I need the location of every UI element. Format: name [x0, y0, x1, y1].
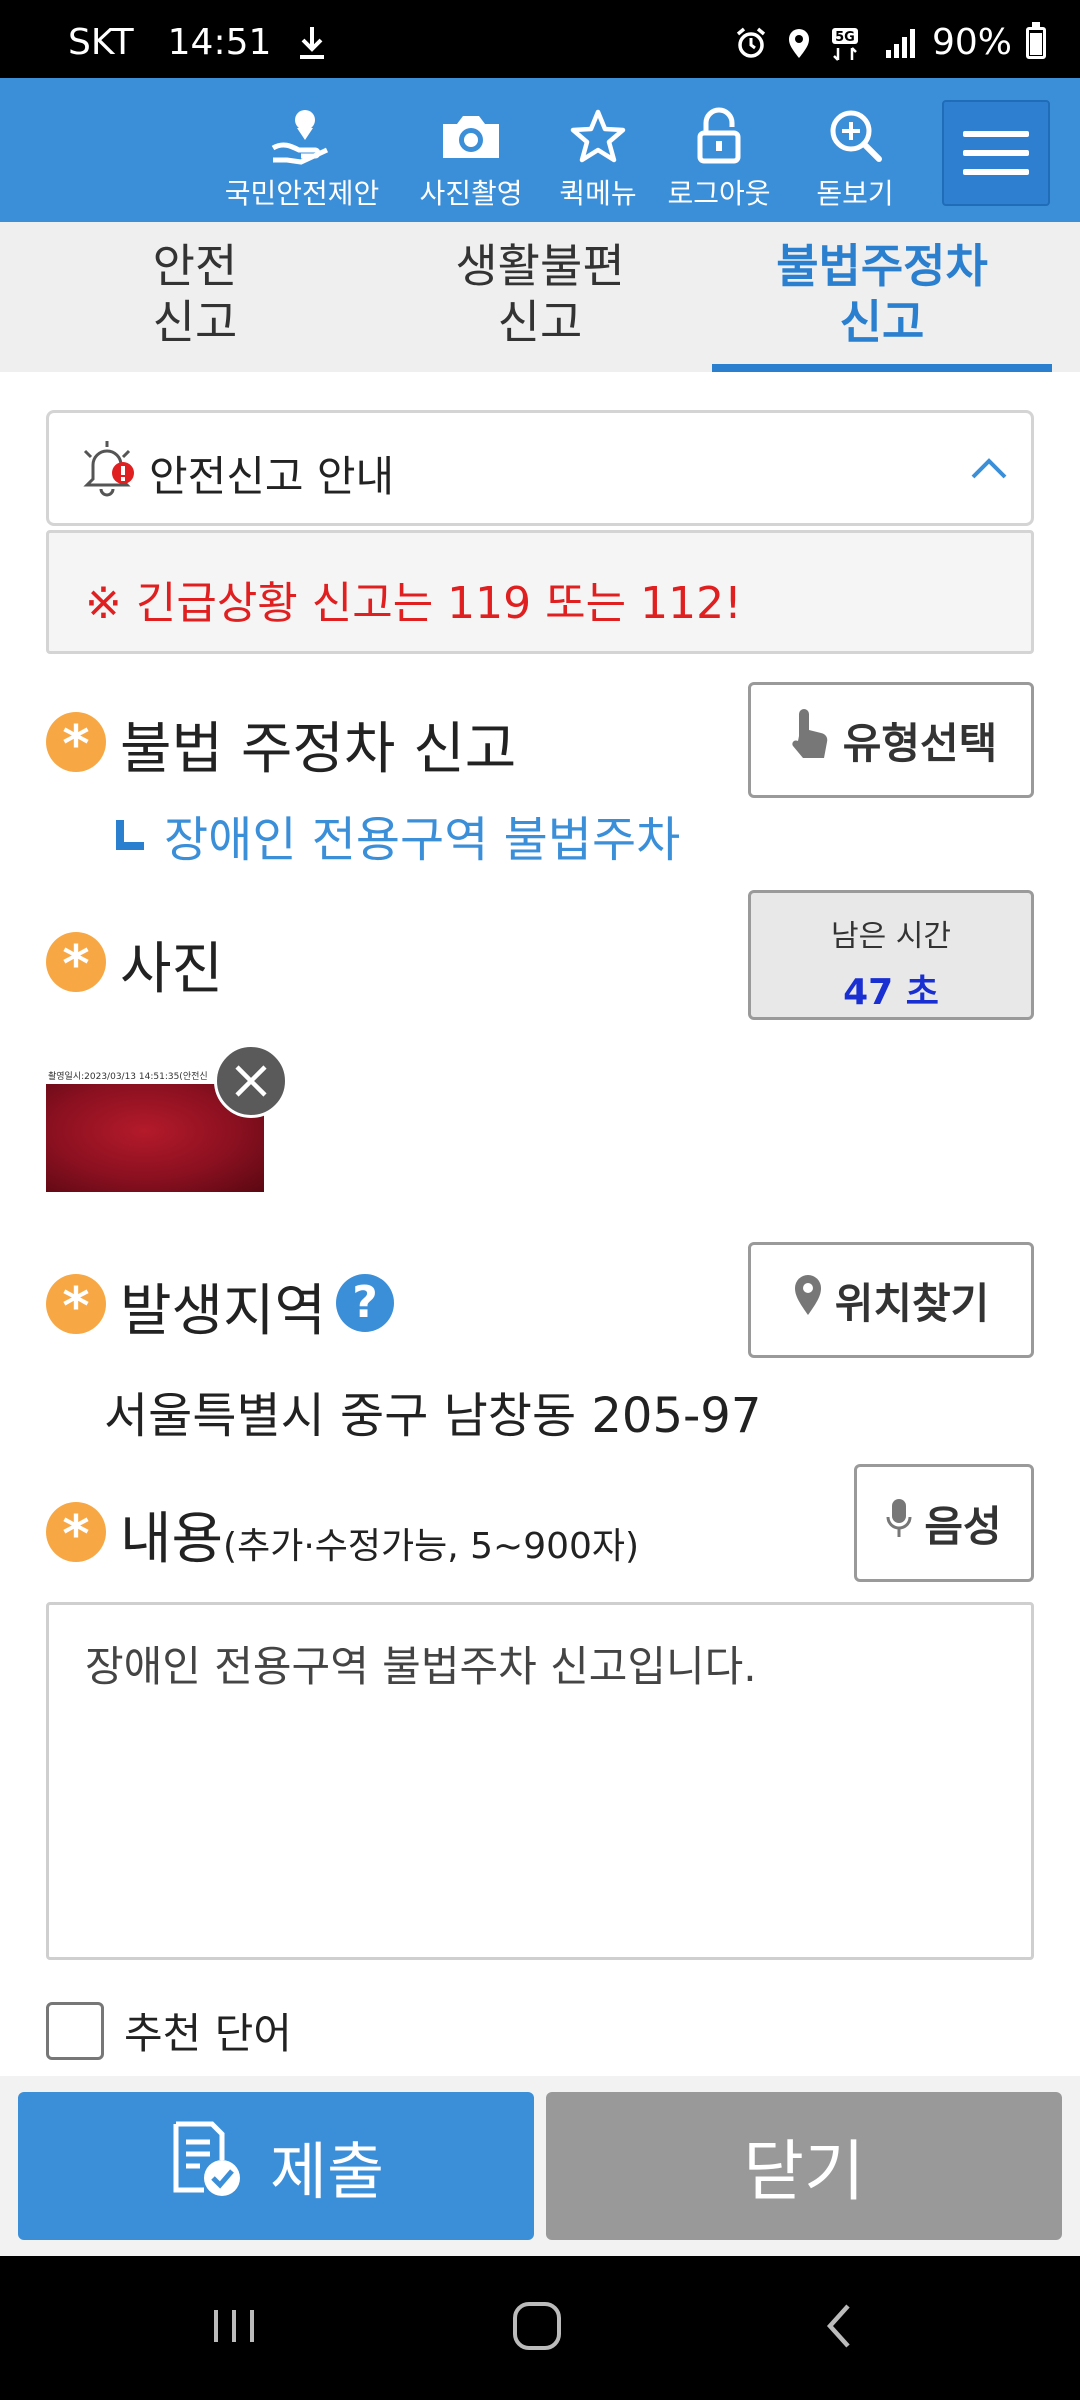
- voice-input-button[interactable]: 음성: [854, 1464, 1034, 1582]
- delete-photo-button[interactable]: [214, 1044, 288, 1118]
- camera-icon: [436, 106, 506, 166]
- photo-title: 사진: [120, 937, 224, 1002]
- selected-type: 장애인 전용구역 불법주차: [116, 800, 680, 870]
- help-icon[interactable]: ?: [336, 1274, 394, 1332]
- alarm-icon: [734, 26, 768, 60]
- svg-text:5G: 5G: [835, 30, 855, 45]
- location-icon: [782, 26, 816, 60]
- download-icon: [297, 25, 327, 61]
- location-title: 발생지역: [120, 1279, 327, 1344]
- recommend-words-row: 추천 단어: [46, 2000, 292, 2061]
- chevron-up-icon[interactable]: [969, 453, 1009, 483]
- tab-label: 신고: [152, 295, 238, 349]
- network-5g-icon: 5G: [830, 26, 870, 61]
- tab-label: 생활불편: [455, 239, 625, 293]
- appbar-label: 돋보기: [816, 177, 894, 210]
- appbar-quick-menu[interactable]: 퀵메뉴: [548, 78, 648, 222]
- notice-accordion[interactable]: 안전신고 안내: [46, 410, 1034, 526]
- home-icon[interactable]: [502, 2296, 572, 2356]
- recommend-words-label: 추천 단어: [124, 2009, 292, 2058]
- required-asterisk-icon: *: [46, 1502, 106, 1565]
- address-text: 서울특별시 중구 남창동 205-97: [104, 1388, 762, 1444]
- alarm-bell-icon: [79, 437, 135, 499]
- recommend-words-checkbox[interactable]: [46, 2001, 104, 2060]
- tab-illegal-parking-report[interactable]: 불법주정차 신고: [712, 222, 1052, 372]
- required-asterisk-icon: *: [46, 932, 106, 995]
- find-location-button[interactable]: 위치찾기: [748, 1242, 1034, 1358]
- tab-label: 신고: [839, 295, 925, 349]
- voice-input-label: 음성: [924, 1501, 1002, 1551]
- appbar-label: 사진촬영: [419, 177, 523, 210]
- appbar-take-photo[interactable]: 사진촬영: [406, 78, 536, 222]
- tab-label: 안전: [152, 239, 238, 293]
- appbar-label: 국민안전제안: [224, 177, 380, 210]
- recent-apps-icon[interactable]: [200, 2296, 270, 2356]
- hamburger-menu-icon[interactable]: [942, 100, 1050, 206]
- remaining-time-value: 47 초: [843, 972, 939, 1013]
- top-app-bar: 국민안전제안 사진촬영 퀵메뉴 로그아웃 돋보기: [0, 78, 1080, 222]
- find-location-label: 위치찾기: [834, 1278, 990, 1328]
- appbar-label: 로그아웃: [667, 177, 771, 210]
- back-icon[interactable]: [806, 2296, 876, 2356]
- tab-label: 불법주정차: [776, 239, 988, 293]
- selected-type-label: 장애인 전용구역 불법주차: [164, 812, 681, 868]
- battery-icon: [1026, 21, 1046, 59]
- appbar-label: 퀵메뉴: [559, 177, 637, 210]
- content-title-label: 내용: [120, 1507, 224, 1572]
- required-asterisk-icon: *: [46, 1274, 106, 1337]
- close-label: 닫기: [743, 2133, 865, 2210]
- report-type-title: 불법 주정차 신고: [120, 717, 517, 782]
- emergency-notice: ※ 긴급상황 신고는 119 또는 112!: [85, 578, 742, 629]
- appbar-safety-proposal[interactable]: 국민안전제안: [222, 78, 382, 222]
- select-type-button[interactable]: 유형선택: [748, 682, 1034, 798]
- appbar-magnifier[interactable]: 돋보기: [800, 78, 910, 222]
- submit-button[interactable]: 제출: [18, 2092, 534, 2240]
- submit-label: 제출: [269, 2135, 385, 2208]
- status-bar: SKT 14:51 5G 90%: [0, 0, 1080, 78]
- clock: 14:51: [167, 22, 272, 63]
- notice-title: 안전신고 안내: [149, 452, 395, 501]
- lock-icon: [684, 106, 754, 166]
- appbar-logout[interactable]: 로그아웃: [664, 78, 774, 222]
- tab-safety-report[interactable]: 안전 신고: [25, 222, 365, 372]
- map-pin-icon: [793, 1273, 823, 1327]
- close-icon: [235, 1065, 267, 1097]
- star-icon: [563, 106, 633, 166]
- microphone-icon: [886, 1497, 912, 1549]
- required-asterisk-icon: *: [46, 712, 106, 775]
- tab-label: 신고: [497, 295, 583, 349]
- signal-icon: [884, 26, 918, 60]
- content-textarea[interactable]: 장애인 전용구역 불법주차 신고입니다.: [46, 1602, 1034, 1960]
- remaining-time-label: 남은 시간: [831, 919, 951, 954]
- content-hint: (추가·수정가능, 5~900자): [223, 1526, 640, 1567]
- document-check-icon: [168, 2120, 244, 2213]
- carrier-label: SKT: [68, 22, 134, 63]
- system-navigation-bar: [0, 2256, 1080, 2400]
- zoom-in-icon: [820, 106, 890, 166]
- sub-item-marker: [116, 820, 144, 850]
- content-title: 내용(추가·수정가능, 5~900자): [120, 1494, 639, 1575]
- select-type-label: 유형선택: [842, 718, 998, 768]
- close-button[interactable]: 닫기: [546, 2092, 1062, 2240]
- report-type-tabs: 안전 신고 생활불편 신고 불법주정차 신고: [0, 222, 1080, 372]
- tab-living-inconvenience-report[interactable]: 생활불편 신고: [370, 222, 710, 372]
- remaining-time-box: 남은 시간 47 초: [748, 890, 1034, 1020]
- finger-tap-icon: [785, 706, 831, 774]
- hand-heart-icon: [267, 106, 337, 166]
- battery-percent: 90%: [931, 22, 1012, 63]
- notice-content: ※ 긴급상황 신고는 119 또는 112!: [46, 530, 1034, 654]
